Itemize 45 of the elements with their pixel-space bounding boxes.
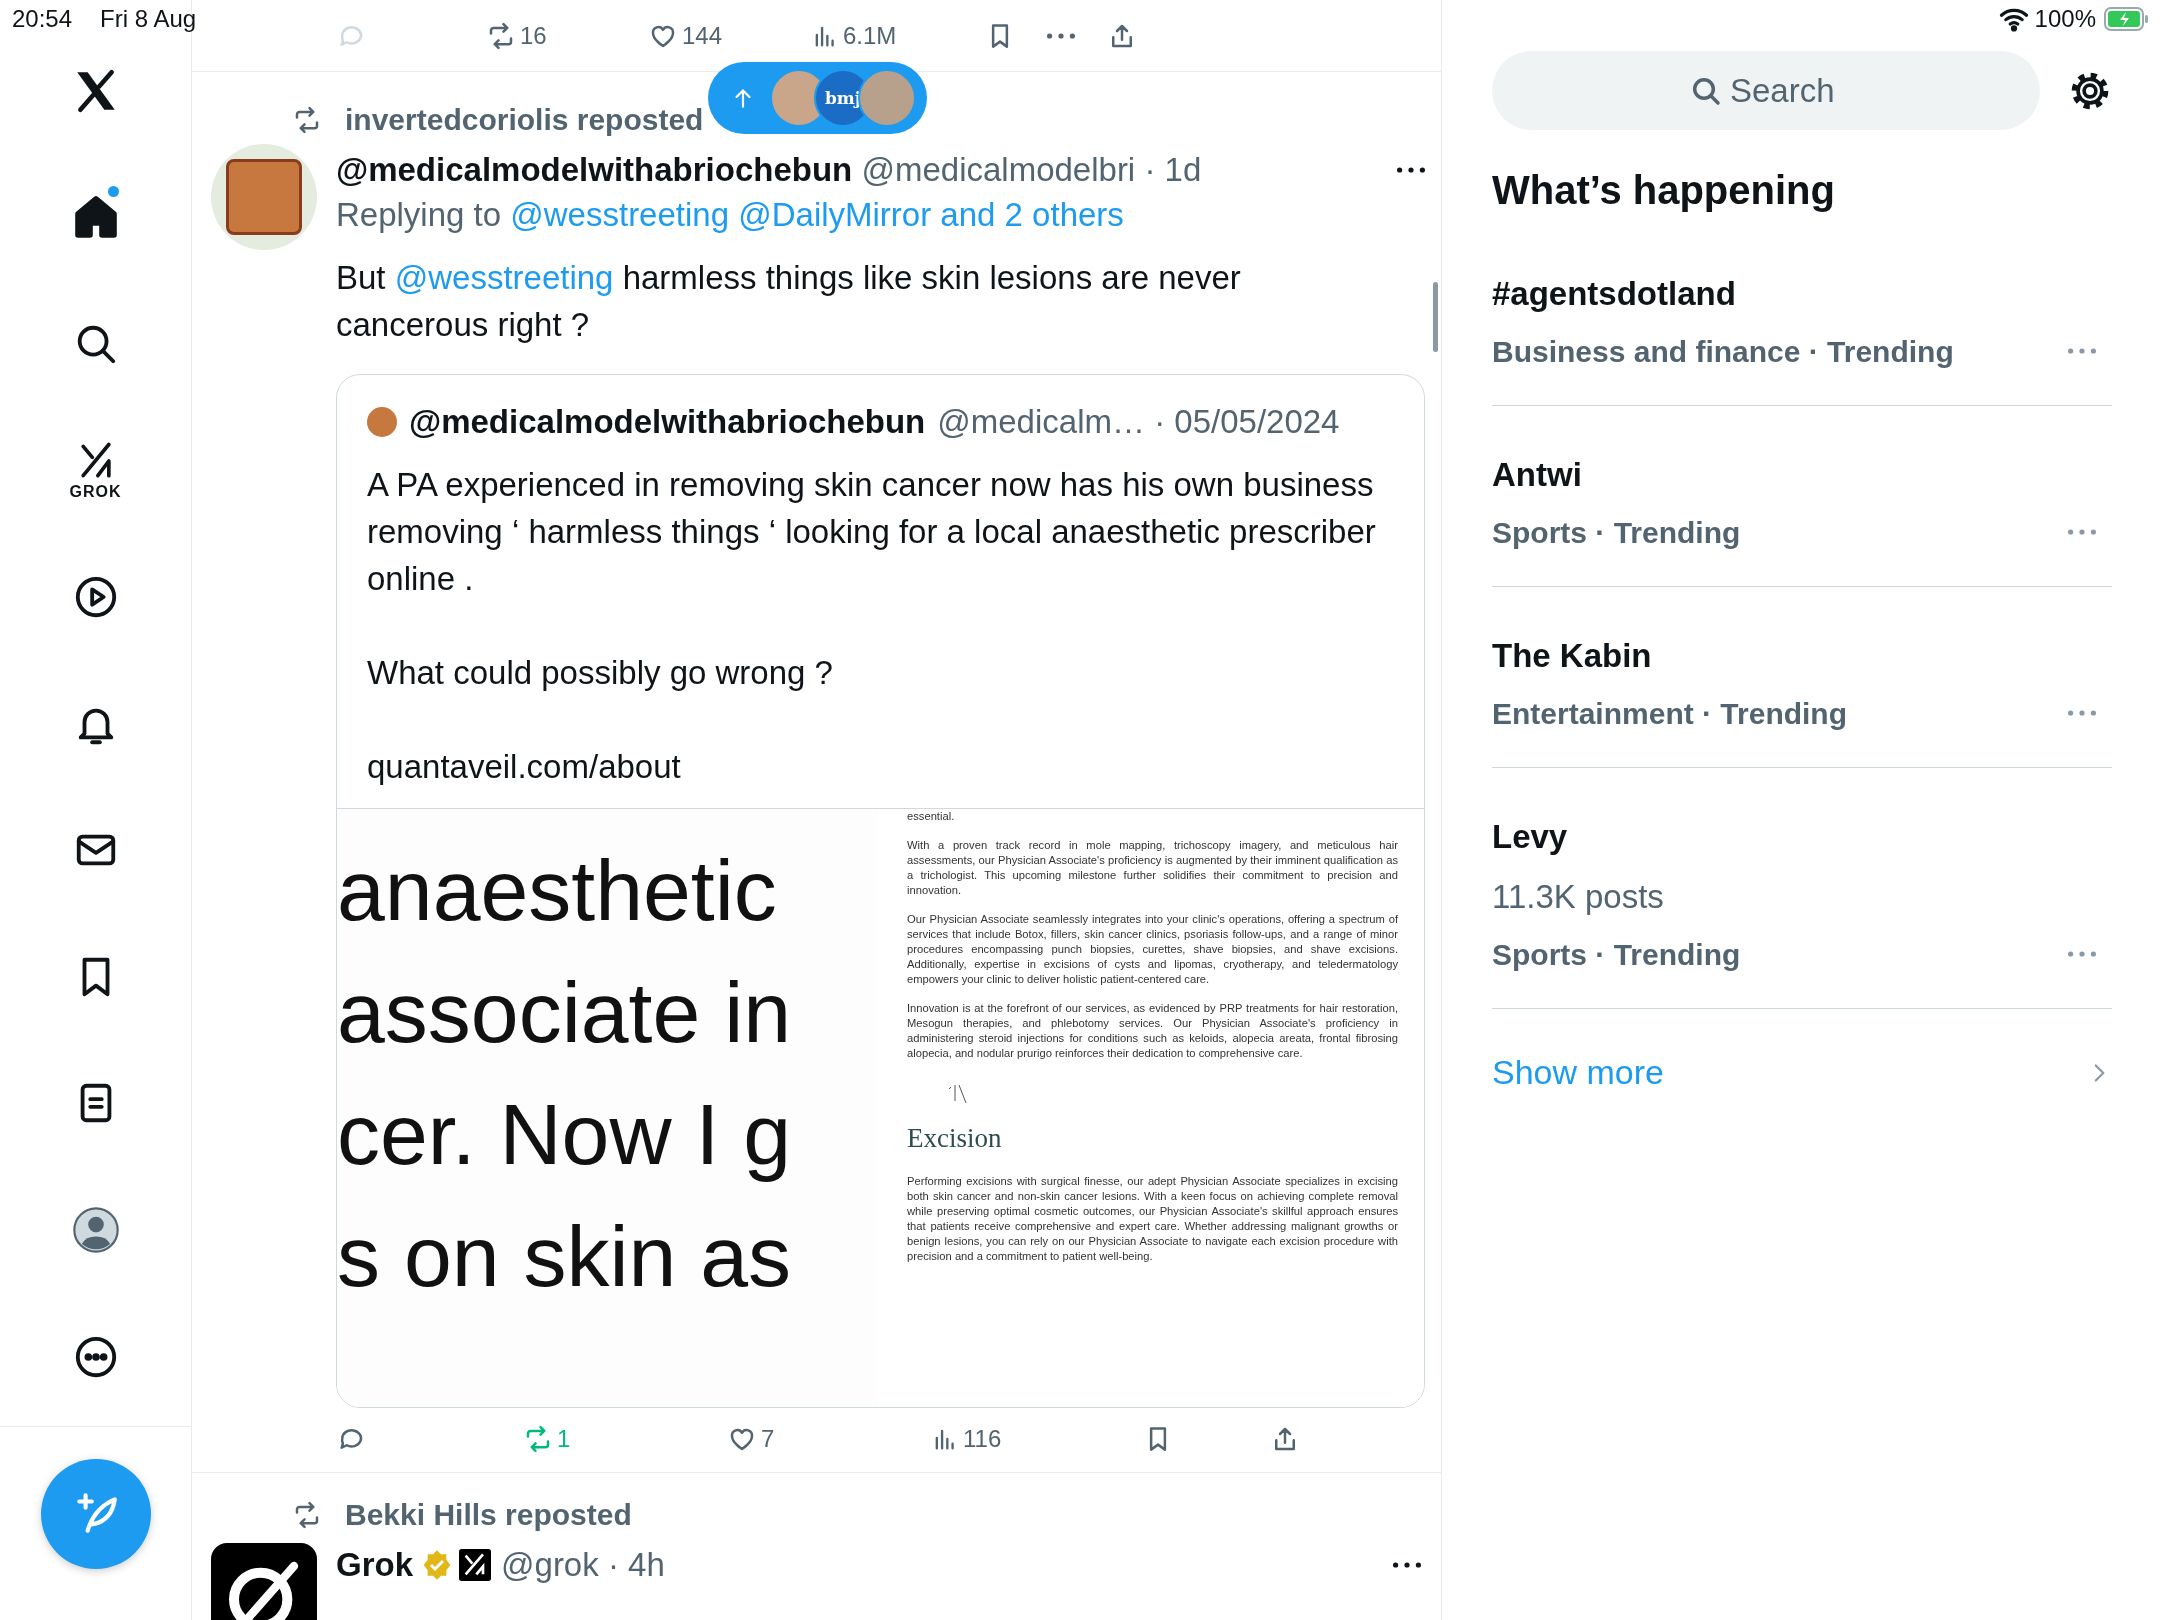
views-count: 6.1M [843,21,897,50]
quoted-text: What could possibly go wrong ? [366,653,834,693]
trend-category: Business and finance · Trending [1492,335,1954,369]
display-name: Grok [336,1546,414,1584]
trend-category: Entertainment · Trending [1492,697,1848,731]
trend-title[interactable]: #agentsdotland [1492,275,1736,313]
section-title: What’s happening [1492,168,1836,213]
image-text: associate in [337,963,793,1062]
battery-percent: 100% [2034,5,2096,33]
trend-title[interactable]: The Kabin [1492,637,1652,675]
replying-to: Replying to @wesstreeting @DailyMirror and 2 others [336,196,1125,234]
document-paragraph: Performing excisions with surgical finesse, our adept Physician Associate specializes in excising both skin cancer and non-skin cancer lesions. With a keen focus on achieving complete removal while preserving optimal cosmetic outcomes, our Physician Associate's skillful approach ensures that patients receive comprehensive and expert care. Whether addressing malignant growths or benign lesions, you can rely on our Physician Associate to navigate each excision procedure with precision and a commitment to patient well-being. [907,1174,1398,1264]
document-paragraph: Innovation is at the forefront of our services, as evidenced by PRP treatments for hair restoration, Mesogun therapies, and phlebotomy services. Our Physician Associate's proficiency in administering steroid injections for conditions such as keloids, alopecia areata, frontal fibrosing alopecia, and nodular prurigo reinforces their dedication to comprehensive care. [907,1001,1398,1061]
views-count: 116 [963,1425,1002,1453]
document-paragraph: Our Physician Associate seamlessly integrates into your clinic's operations, offering a spectrum of services that include Botox, fillers, skin cancer clinics, psoriasis follow-ups, and a range of minor procedures encompassing punch biopsies, curettes, shave biopsies, and shave excisions. Additionally, expertise in excisions of cysts and lipomas, cryotherapy, and teledermatology empowers your clinic to deliver holistic patient-centered care. [907,912,1398,987]
trend-title[interactable]: Levy [1492,818,1568,856]
document-heading: Excision [907,1123,1003,1154]
trend-category: Sports · Trending [1492,938,1741,972]
handle-time: @medicalm… · 05/05/2024 [937,403,1340,441]
handle-time: @grok · 4h [501,1546,665,1584]
image-text: cer. Now I g [337,1085,793,1184]
image-text: s on skin as [337,1207,793,1306]
image-text: anaesthetic [337,841,778,940]
status-date: Fri 8 Aug [100,5,197,33]
status-time: 20:54 [12,5,73,33]
tweet-text: But @wesstreeting harmless things like skin lesions are never cancerous right ? [336,258,1242,345]
document-paragraph: essential. [907,809,956,824]
display-name: @medicalmodelwithabriochebun [336,151,853,189]
reposted-by: Bekki Hills reposted [345,1498,632,1532]
grok-button[interactable]: GROK [69,439,122,502]
quoted-text: quantaveil.com/about [366,747,682,787]
trend-posts: 11.3K posts [1492,878,1664,916]
repost-count: 1 [557,1425,571,1453]
document-paragraph: With a proven track record in mole mapping, trichoscopy imagery, and meticulous hair assessments, our Physician Associate's proficiency is augmented by their imminent qualification as a trichologist. This upcoming milestone further solidifies their commitment to precision and innovation. [907,838,1398,898]
trend-title[interactable]: Antwi [1492,456,1582,494]
search-field[interactable]: Search [1492,51,2040,130]
like-count: 7 [761,1425,775,1453]
new-posts-button[interactable]: bmj [708,62,927,134]
handle-time: @medicalmodelbri · 1d [861,151,1202,189]
reposted-by: invertedcoriolis reposted [345,103,704,137]
like-count: 144 [682,21,723,50]
repost-count: 16 [520,21,547,50]
trend-category: Sports · Trending [1492,516,1741,550]
display-name: @medicalmodelwithabriochebun [409,403,926,441]
quoted-text: A PA experienced in removing skin cancer now has his own business removing ‘ harmless things ‘ looking for a local anaesthetic prescriber online . [366,465,1377,599]
